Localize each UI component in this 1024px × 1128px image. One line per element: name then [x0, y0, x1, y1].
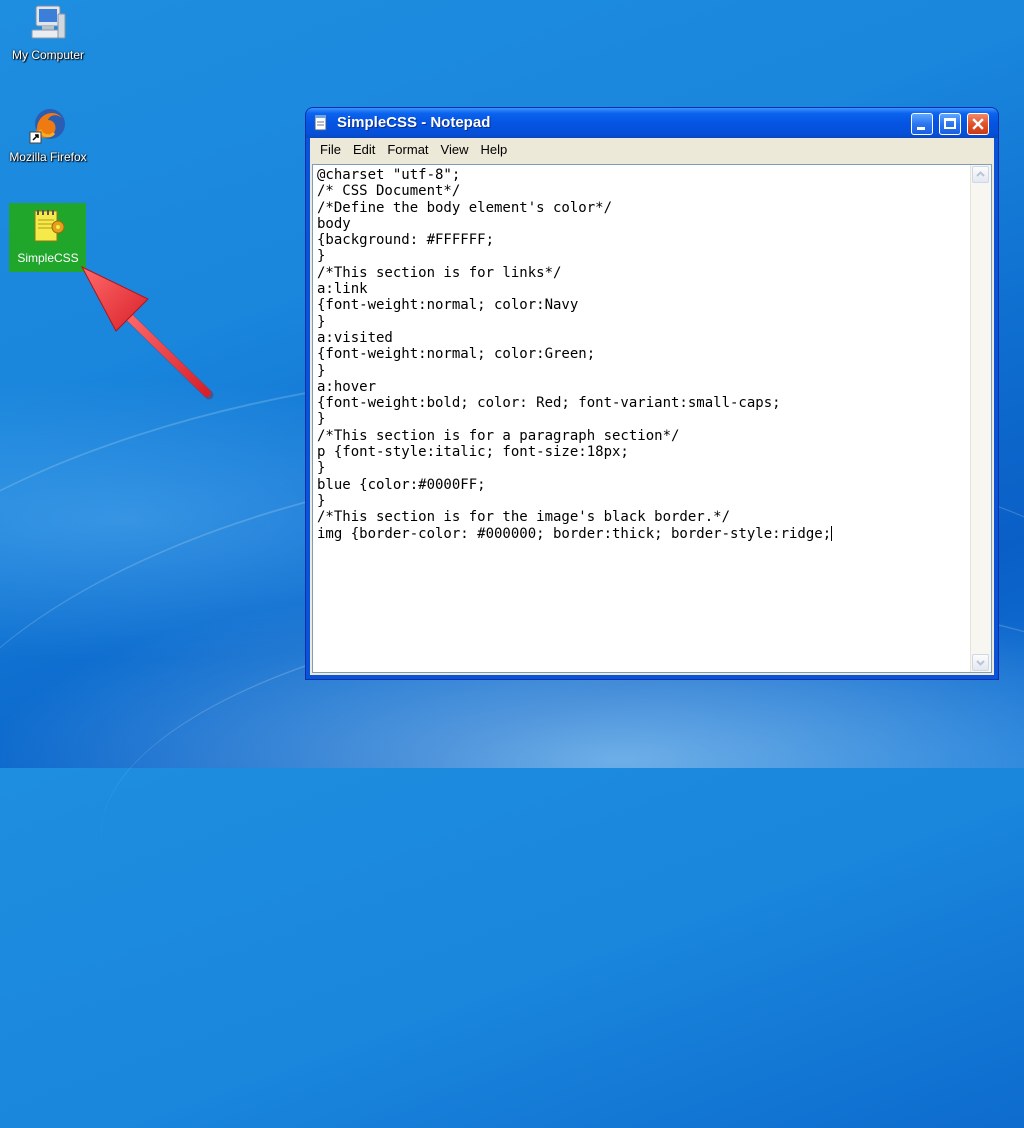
editor-line: /* CSS Document*/ — [317, 183, 461, 200]
chevron-up-icon — [976, 171, 985, 177]
editor-line: body — [317, 215, 351, 232]
firefox-icon — [28, 106, 68, 146]
text-caret — [831, 525, 833, 541]
chevron-down-icon — [976, 660, 985, 666]
editor-line: a:hover — [317, 378, 377, 395]
editor-line: /*Define the body element's color*/ — [317, 199, 613, 216]
editor-line: } — [317, 248, 326, 265]
editor-line: blue {color:#0000FF; — [317, 476, 486, 493]
editor-line: img {border-color: #000000; border:thick… — [317, 525, 832, 542]
editor-line: /*This section is for links*/ — [317, 264, 562, 281]
editor-line: /*This section is for the image's black … — [317, 509, 731, 526]
editor-line: {background: #FFFFFF; — [317, 232, 495, 249]
vertical-scrollbar[interactable] — [970, 165, 991, 672]
menu-format[interactable]: Format — [381, 140, 434, 159]
notepad-icon — [314, 115, 328, 131]
desktop-icon-label: My Computer — [11, 48, 85, 62]
menu-view[interactable]: View — [435, 140, 475, 159]
menu-bar: File Edit Format View Help — [310, 138, 994, 160]
scroll-up-button[interactable] — [972, 166, 989, 183]
editor-line: a:visited — [317, 329, 393, 346]
scroll-down-button[interactable] — [972, 654, 989, 671]
menu-file[interactable]: File — [314, 140, 347, 159]
window-titlebar[interactable]: SimpleCSS - Notepad — [306, 108, 998, 138]
maximize-button[interactable] — [939, 113, 961, 135]
editor-line: {font-weight:normal; color:Green; — [317, 346, 596, 363]
menu-help[interactable]: Help — [474, 140, 513, 159]
editor-line: } — [317, 313, 326, 330]
editor-line: /*This section is for a paragraph sectio… — [317, 427, 680, 444]
editor-line: } — [317, 492, 326, 509]
editor-line: } — [317, 362, 326, 379]
desktop-icon-my-computer[interactable]: My Computer — [3, 4, 93, 63]
editor-line: } — [317, 411, 326, 428]
notepad-window[interactable]: SimpleCSS - Notepad File Edit Format Vie… — [305, 107, 999, 680]
window-title: SimpleCSS - Notepad — [337, 114, 491, 131]
window-client-area: File Edit Format View Help @charset "utf… — [310, 138, 994, 675]
editor-line: } — [317, 460, 326, 477]
desktop-icon-firefox[interactable]: Mozilla Firefox — [3, 106, 93, 165]
maximize-icon — [944, 118, 956, 129]
red-arrow-pointer — [80, 265, 214, 400]
editor-text[interactable]: @charset "utf-8"; /* CSS Document*/ /*De… — [317, 167, 969, 672]
close-icon — [972, 118, 984, 130]
editor-line: a:link — [317, 281, 368, 298]
minimize-icon — [917, 127, 925, 130]
text-editor[interactable]: @charset "utf-8"; /* CSS Document*/ /*De… — [312, 164, 992, 673]
editor-line: p {font-style:italic; font-size:18px; — [317, 444, 629, 461]
close-button[interactable] — [967, 113, 989, 135]
text-document-icon — [28, 207, 68, 247]
menu-edit[interactable]: Edit — [347, 140, 381, 159]
editor-line: {font-weight:bold; color: Red; font-vari… — [317, 395, 781, 412]
minimize-button[interactable] — [911, 113, 933, 135]
editor-line: @charset "utf-8"; — [317, 167, 461, 183]
editor-line: {font-weight:normal; color:Navy — [317, 297, 579, 314]
my-computer-icon — [28, 4, 68, 44]
desktop-icon-label: Mozilla Firefox — [9, 150, 87, 164]
